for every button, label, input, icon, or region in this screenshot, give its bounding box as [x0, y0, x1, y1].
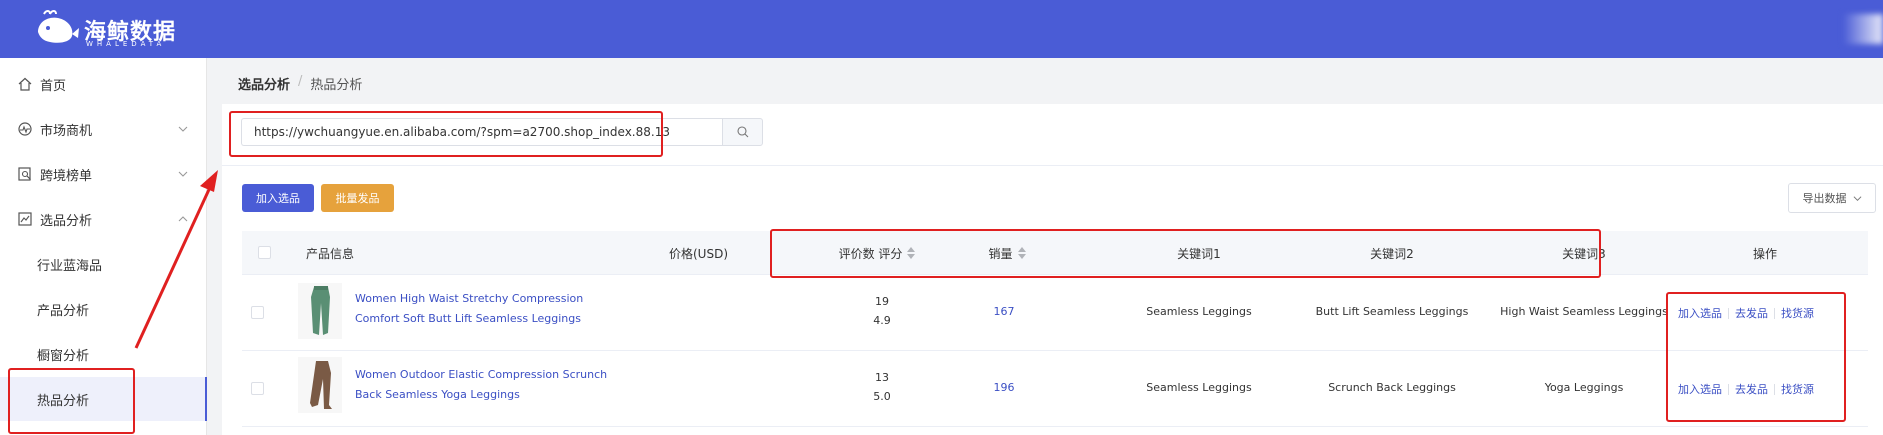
row-actions: 加入选品 去发品 找货源: [1678, 305, 1814, 321]
sidebar-item-rankings[interactable]: 跨境榜单: [0, 152, 207, 196]
action-separator: [1728, 307, 1729, 319]
sidebar-item-hot-analysis[interactable]: 热品分析: [0, 377, 207, 421]
search-icon: [736, 126, 748, 138]
breadcrumb: 选品分析 / 热品分析: [238, 74, 362, 93]
sidebar-item-label: 跨境榜单: [40, 168, 93, 184]
row-actions: 加入选品 去发品 找货源: [1678, 381, 1814, 397]
chart-icon: [18, 212, 32, 226]
sidebar-item-home[interactable]: 首页: [0, 62, 207, 106]
header-actions: 操作: [1752, 246, 1777, 261]
header-keyword2: 关键词2: [1370, 246, 1414, 261]
add-to-selection-link[interactable]: 加入选品: [1678, 381, 1722, 397]
table-row: Women High Waist Stretchy Compression Co…: [242, 275, 1868, 351]
sales-link[interactable]: 196: [969, 381, 1039, 394]
action-separator: [1728, 383, 1729, 395]
header-reviews-label: 评价数 评分: [838, 246, 903, 261]
header-sales-label: 销量: [988, 246, 1013, 261]
brand-subtitle: WHALEDATA: [86, 40, 166, 48]
keyword2: Butt Lift Seamless Leggings: [1315, 305, 1469, 318]
breadcrumb-separator: /: [298, 74, 303, 89]
sidebar-item-label: 行业蓝海品: [37, 258, 103, 274]
header-product: 产品信息: [306, 246, 355, 261]
product-thumbnail[interactable]: [298, 357, 342, 413]
keyword2: Scrunch Back Leggings: [1328, 381, 1456, 394]
shop-url-input[interactable]: [241, 118, 722, 146]
breadcrumb-item-current: 热品分析: [310, 78, 363, 93]
export-data-button[interactable]: 导出数据: [1788, 183, 1876, 213]
sidebar-item-label: 市场商机: [40, 123, 93, 139]
action-separator: [1774, 383, 1775, 395]
add-to-selection-link[interactable]: 加入选品: [1678, 305, 1722, 321]
chevron-down-icon: [178, 126, 188, 132]
product-thumbnail[interactable]: [298, 283, 342, 339]
header-reviews[interactable]: 评价数 评分: [802, 231, 952, 275]
sort-icon[interactable]: [907, 247, 916, 259]
row-checkbox[interactable]: [251, 382, 264, 395]
header-price[interactable]: 价格(USD): [669, 231, 728, 275]
header-keyword1: 关键词1: [1177, 246, 1221, 261]
sidebar-item-selection[interactable]: 选品分析: [0, 197, 207, 241]
sales-link[interactable]: 167: [969, 305, 1039, 318]
product-name-link[interactable]: Women High Waist Stretchy Compression Co…: [355, 289, 620, 329]
sidebar-item-label: 首页: [40, 78, 67, 94]
search-button[interactable]: [722, 118, 763, 146]
home-icon: [18, 77, 32, 91]
sort-icon[interactable]: [1017, 247, 1026, 259]
sidebar-item-label: 选品分析: [40, 213, 93, 229]
logo[interactable]: 海鲸数据 WHALEDATA: [34, 10, 175, 48]
pulse-icon: [18, 122, 32, 136]
review-count: 19: [875, 295, 889, 308]
publish-link[interactable]: 去发品: [1735, 381, 1768, 397]
header-keyword3: 关键词3: [1562, 246, 1606, 261]
chevron-up-icon: [178, 216, 188, 222]
keyword3: High Waist Seamless Leggings: [1500, 305, 1668, 318]
whale-logo-icon: [38, 10, 79, 43]
sidebar-item-showcase-analysis[interactable]: 橱窗分析: [0, 332, 207, 376]
rating: 5.0: [873, 390, 891, 403]
search-doc-icon: [18, 167, 31, 181]
keyword1: Seamless Leggings: [1146, 305, 1252, 318]
sidebar-item-label: 橱窗分析: [37, 348, 90, 364]
chevron-down-icon: [178, 171, 188, 177]
find-source-link[interactable]: 找货源: [1781, 381, 1814, 397]
sidebar-item-label: 热品分析: [37, 393, 90, 409]
add-to-selection-button[interactable]: 加入选品: [242, 184, 314, 212]
table-header: 产品信息 价格(USD) 评价数 评分 销量 关键词1 关键词2 关键词3 操作: [242, 231, 1868, 275]
sidebar-item-label: 产品分析: [37, 303, 90, 319]
batch-publish-button[interactable]: 批量发品: [321, 184, 394, 212]
keyword3: Yoga Leggings: [1544, 381, 1624, 394]
breadcrumb-item-selection[interactable]: 选品分析: [238, 74, 290, 93]
top-header: 海鲸数据 WHALEDATA: [0, 0, 1883, 58]
sidebar-item-product-analysis[interactable]: 产品分析: [0, 287, 207, 331]
sidebar-item-market[interactable]: 市场商机: [0, 107, 207, 151]
action-separator: [1774, 307, 1775, 319]
publish-link[interactable]: 去发品: [1735, 305, 1768, 321]
search-bar: [241, 118, 763, 146]
review-count: 13: [875, 371, 889, 384]
keyword1: Seamless Leggings: [1146, 381, 1252, 394]
header-sales[interactable]: 销量: [962, 231, 1052, 275]
divider: [222, 165, 1883, 166]
row-checkbox[interactable]: [251, 306, 264, 319]
chevron-down-icon: [1853, 195, 1861, 201]
rating: 4.9: [873, 314, 891, 327]
select-all-checkbox[interactable]: [258, 246, 271, 259]
product-name-link[interactable]: Women Outdoor Elastic Compression Scrunc…: [355, 365, 620, 405]
table-row: Women Outdoor Elastic Compression Scrunc…: [242, 351, 1868, 427]
sidebar: 首页 市场商机 跨境榜单 选品分析 行业蓝海品 产品分析 橱窗分析 热品分析: [0, 58, 207, 435]
sidebar-item-blue-ocean[interactable]: 行业蓝海品: [0, 242, 207, 286]
user-avatar-blurred[interactable]: [1843, 14, 1883, 44]
find-source-link[interactable]: 找货源: [1781, 305, 1814, 321]
export-data-label: 导出数据: [1802, 192, 1847, 205]
